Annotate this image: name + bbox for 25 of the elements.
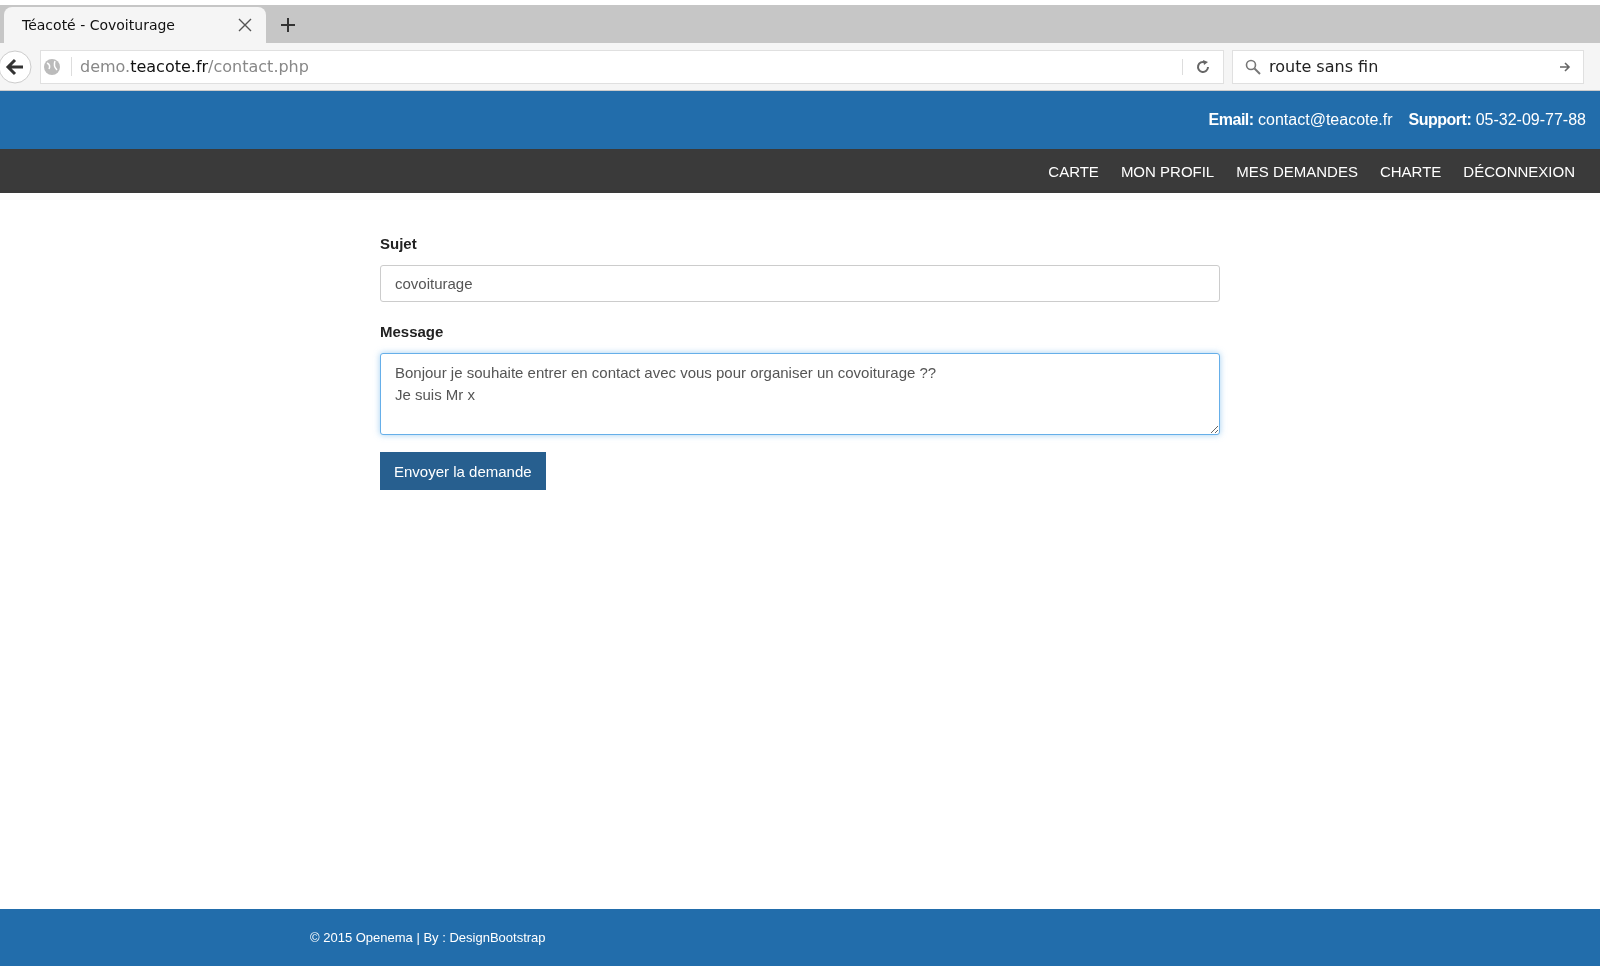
- message-field[interactable]: Bonjour je souhaite entrer en contact avec vous pour organiser un covoiturage ?? Je suis Mr x: [380, 353, 1220, 435]
- arrow-icon[interactable]: [1559, 60, 1571, 73]
- contact-info: Support: 05-32-09-77-88: [1408, 111, 1586, 129]
- url-text: demo.teacote.fr/contact.php: [71, 57, 1172, 76]
- footer-text: © 2015 Openema | By : DesignBootstrap: [310, 930, 546, 945]
- address-bar[interactable]: demo.teacote.fr/contact.php: [40, 49, 1224, 84]
- search-field[interactable]: route sans fin: [1232, 49, 1584, 84]
- nav-link[interactable]: MON PROFIL: [1120, 162, 1215, 180]
- browser-tab[interactable]: Téacoté - Covoiturage: [4, 7, 266, 43]
- close-icon[interactable]: [238, 18, 252, 32]
- contact-info: Email: contact@teacote.fr: [1208, 111, 1393, 129]
- subject-field[interactable]: covoiturage: [380, 265, 1220, 302]
- submit-button[interactable]: Envoyer la demande: [380, 452, 546, 490]
- globe-icon: [43, 57, 61, 76]
- nav-link[interactable]: CARTE: [1048, 162, 1099, 180]
- field-label: Sujet: [380, 235, 417, 252]
- nav-link[interactable]: DÉCONNEXION: [1463, 162, 1575, 180]
- field-label: Message: [380, 323, 444, 340]
- back-icon[interactable]: [0, 49, 32, 84]
- tab-title: Téacoté - Covoiturage: [22, 17, 175, 33]
- new-tab-icon[interactable]: [280, 17, 296, 33]
- reload-icon[interactable]: [1182, 58, 1211, 75]
- nav-link[interactable]: MES DEMANDES: [1236, 162, 1358, 180]
- search-icon: [1245, 58, 1261, 75]
- nav-link[interactable]: CHARTE: [1379, 162, 1442, 180]
